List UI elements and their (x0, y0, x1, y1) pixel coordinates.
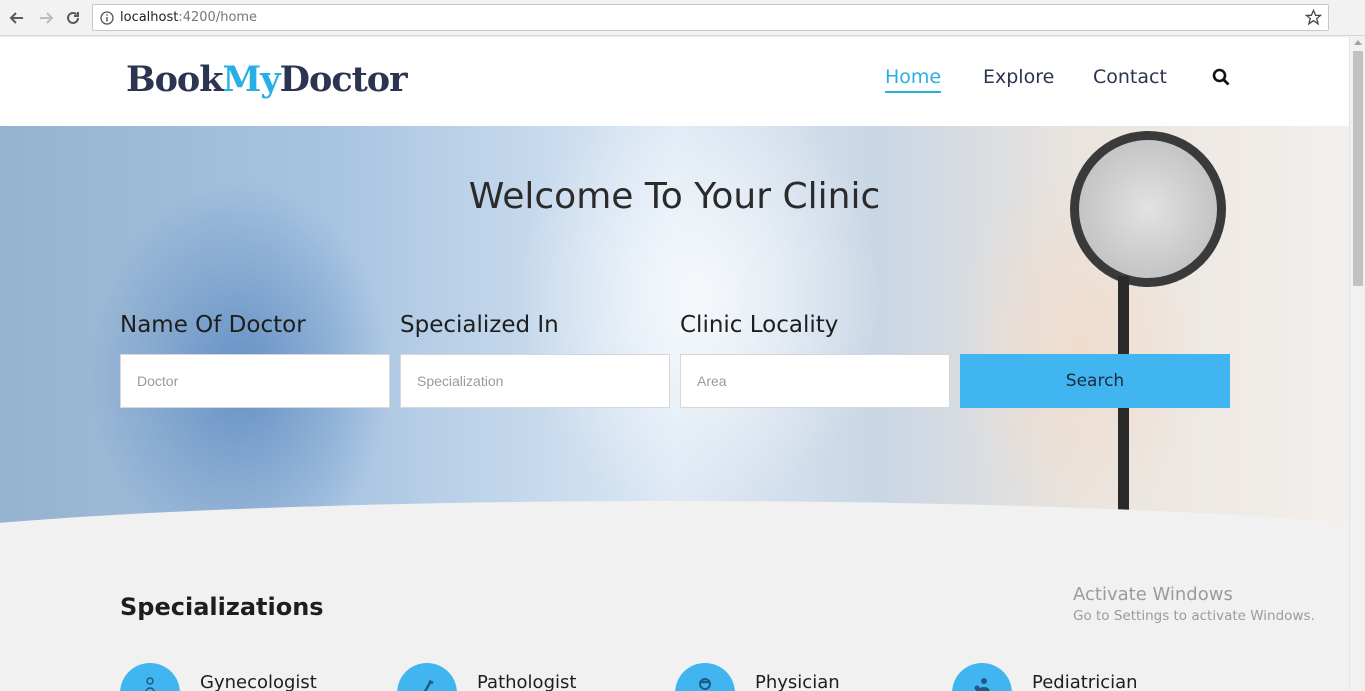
scroll-up-arrow-icon[interactable] (1354, 40, 1362, 45)
search-button[interactable]: Search (960, 354, 1230, 408)
hero-title: Welcome To Your Clinic (468, 176, 881, 217)
windows-activation-watermark: Activate Windows Go to Settings to activ… (1073, 584, 1315, 624)
specialization-label: Pediatrician (1032, 672, 1138, 691)
logo-my: My (222, 59, 281, 100)
arrow-right-icon (40, 12, 54, 24)
page-scrollbar[interactable] (1349, 37, 1365, 691)
site-header: BookMyDoctor Home Explore Contact (0, 37, 1349, 126)
nav-explore[interactable]: Explore (983, 66, 1054, 88)
arrow-left-icon (9, 12, 23, 24)
site-logo[interactable]: BookMyDoctor (126, 59, 408, 100)
doctor-input[interactable] (120, 354, 390, 408)
doctor-name-label: Name Of Doctor (120, 312, 306, 338)
browser-toolbar: localhost:4200/home (0, 0, 1365, 36)
bookmark-star-icon[interactable] (1305, 9, 1322, 26)
specialization-label: Pathologist (477, 672, 577, 691)
logo-book: Book (126, 59, 224, 100)
nav-home[interactable]: Home (885, 66, 942, 93)
scrollbar-thumb[interactable] (1353, 51, 1363, 286)
logo-doctor: Doctor (279, 59, 408, 100)
reload-button[interactable] (62, 7, 84, 29)
nav-contact[interactable]: Contact (1093, 66, 1167, 88)
specialization-label: Physician (755, 672, 840, 691)
pediatrician-icon (952, 663, 1012, 691)
forward-button[interactable] (35, 7, 57, 29)
specialized-in-label: Specialized In (400, 312, 559, 338)
hero-curve (0, 501, 1349, 528)
specializations-title: Specializations (120, 593, 324, 621)
address-bar[interactable]: localhost:4200/home (92, 4, 1329, 31)
url-text: localhost:4200/home (120, 10, 257, 25)
area-input[interactable] (680, 354, 950, 408)
hero-banner: Welcome To Your Clinic Name Of Doctor Sp… (0, 126, 1349, 528)
specialization-input[interactable] (400, 354, 670, 408)
gynecologist-icon (120, 663, 180, 691)
reload-icon (67, 11, 79, 24)
watermark-line-1: Activate Windows (1073, 584, 1233, 605)
info-icon[interactable] (100, 11, 114, 25)
pathologist-icon (397, 663, 457, 691)
specialization-label: Gynecologist (200, 672, 317, 691)
search-icon[interactable] (1212, 68, 1230, 86)
physician-icon (675, 663, 735, 691)
url-host: localhost (120, 10, 179, 25)
back-button[interactable] (6, 7, 28, 29)
url-path: :4200/home (178, 10, 258, 25)
watermark-line-2: Go to Settings to activate Windows. (1073, 608, 1315, 624)
clinic-locality-label: Clinic Locality (680, 312, 839, 338)
